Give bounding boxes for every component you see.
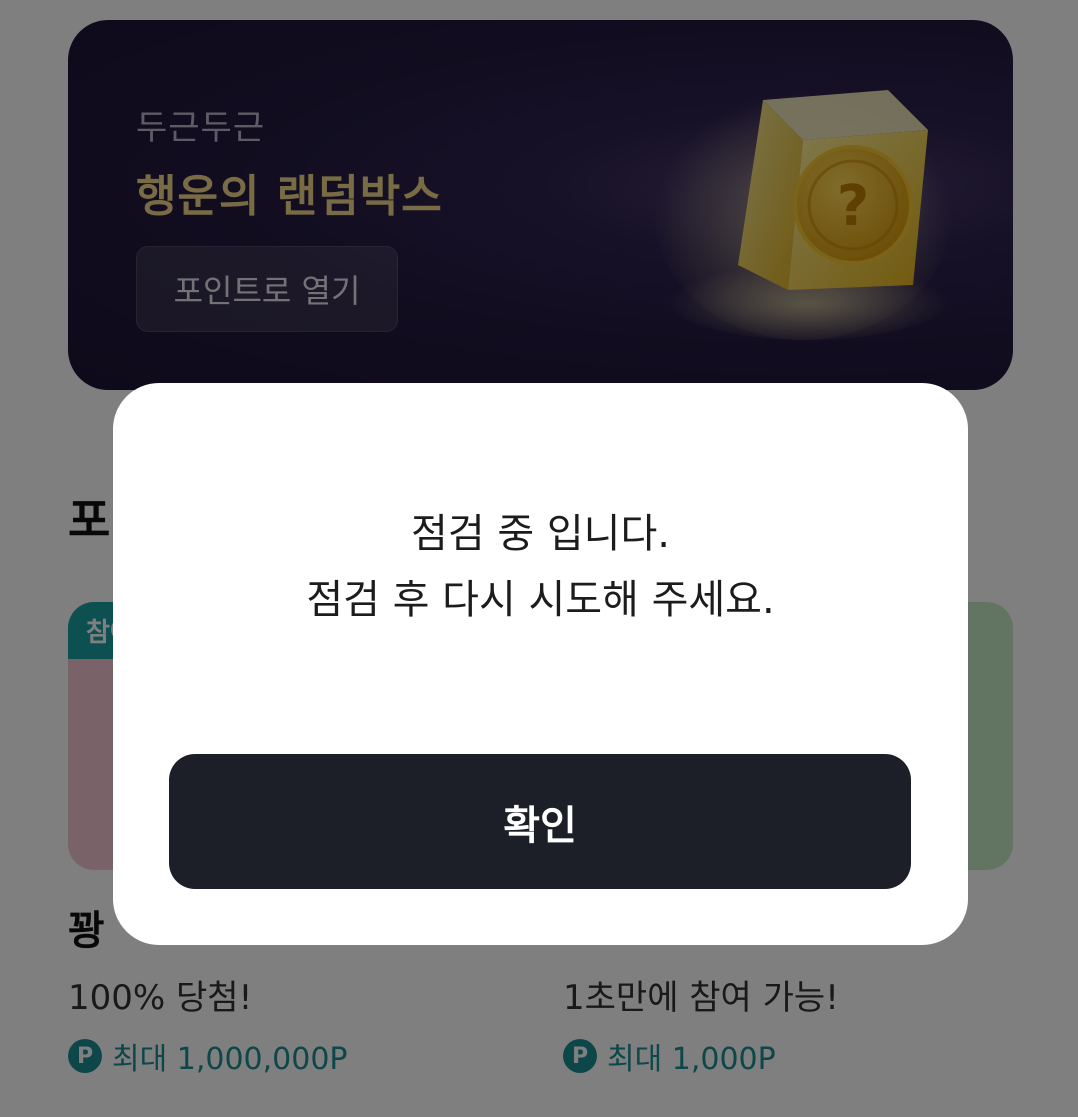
dialog-message-line1: 점검 중 입니다. [411,511,670,557]
maintenance-dialog: 점검 중 입니다. 점검 후 다시 시도해 주세요. 확인 [113,383,968,945]
page: 두근두근 행운의 랜덤박스 포인트로 열기 [0,0,1078,1117]
confirm-button[interactable]: 확인 [169,754,911,889]
dialog-message: 점검 중 입니다. 점검 후 다시 시도해 주세요. [113,501,968,633]
dialog-message-line2: 점검 후 다시 시도해 주세요. [306,577,775,623]
